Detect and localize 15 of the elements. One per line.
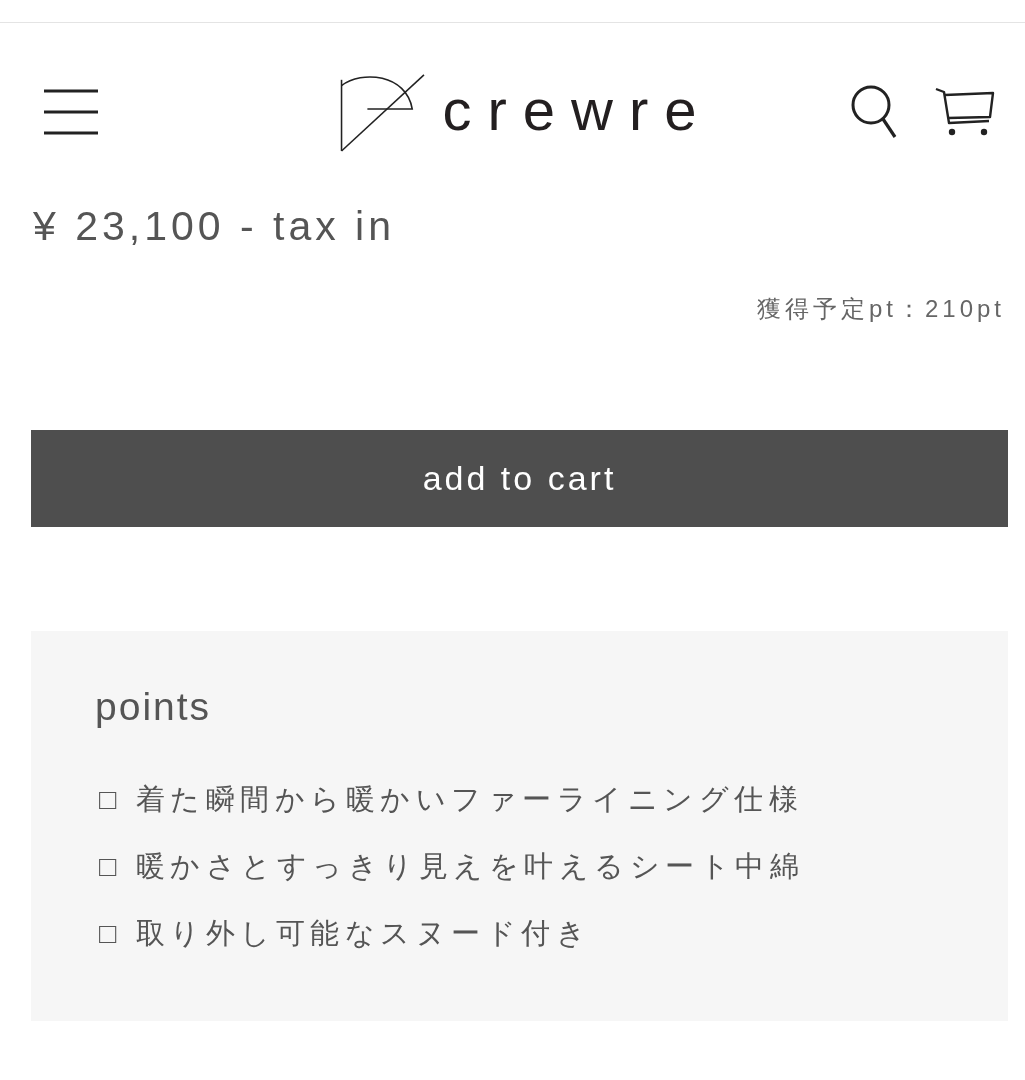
menu-icon <box>44 88 98 135</box>
points-title: points <box>95 684 213 730</box>
points-earned-text: 獲得予定pt：210pt <box>756 294 1005 324</box>
add-to-cart-button[interactable]: add to cart <box>31 430 1008 527</box>
point-item: □ 着た瞬間から暖かいファーライニング仕様 <box>99 782 805 817</box>
search-button[interactable] <box>851 84 897 139</box>
price-text: ¥ 23,100 - tax in <box>33 202 397 250</box>
logo-link[interactable]: crewre <box>340 71 713 152</box>
cart-button[interactable] <box>935 86 995 137</box>
menu-button[interactable] <box>44 88 98 135</box>
logo-mark-icon <box>340 71 427 152</box>
cart-icon <box>935 86 995 137</box>
search-icon <box>851 84 897 139</box>
point-item: □ 取り外し可能なスヌード付き <box>99 916 593 951</box>
point-item: □ 暖かさとすっきり見えを叶えるシート中綿 <box>99 849 806 884</box>
